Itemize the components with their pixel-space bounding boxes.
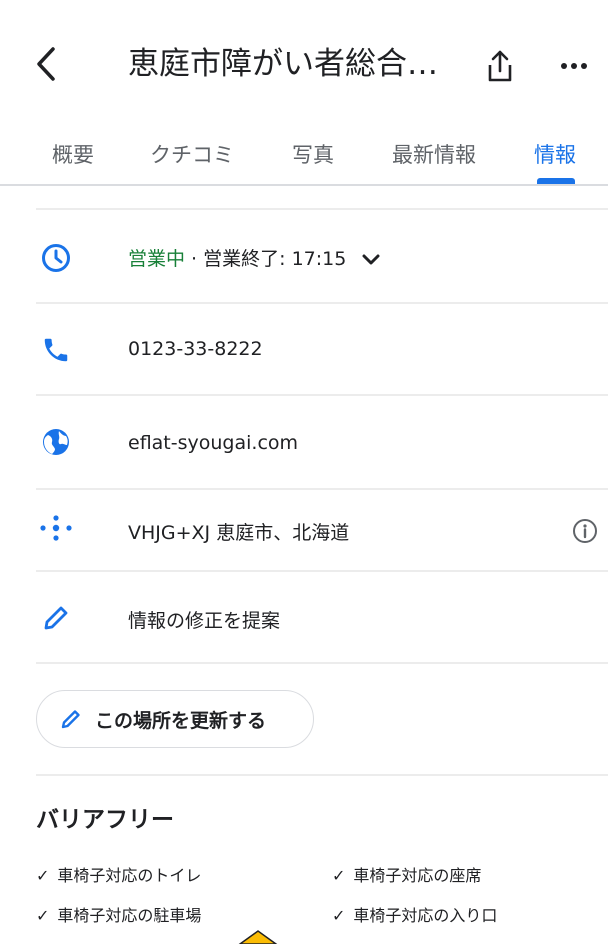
phone-row[interactable]: 0123-33-8222 bbox=[0, 312, 608, 392]
phone-icon bbox=[36, 330, 76, 370]
suggest-edit-link[interactable]: 情報の修正を提案 bbox=[128, 606, 280, 633]
chevron-down-icon[interactable] bbox=[362, 254, 380, 266]
pencil-icon bbox=[59, 707, 83, 731]
tab-about[interactable]: 情報 bbox=[534, 130, 576, 180]
plus-code-row[interactable]: VHJG+XJ 恵庭市、北海道 bbox=[0, 490, 608, 570]
check-icon: ✓ bbox=[332, 906, 346, 925]
divider bbox=[36, 394, 608, 396]
globe-icon bbox=[36, 422, 76, 462]
chevron-left-icon bbox=[37, 47, 55, 81]
hours-row[interactable]: 営業中 · 営業終了: 17:15 bbox=[0, 228, 608, 302]
app-header: 恵庭市障がい者総合… bbox=[0, 0, 608, 120]
phone-number[interactable]: 0123-33-8222 bbox=[128, 338, 263, 360]
more-button[interactable] bbox=[552, 44, 596, 88]
feature-label: 車椅子対応の駐車場 bbox=[57, 906, 202, 925]
more-horizontal-icon bbox=[561, 63, 587, 69]
accessibility-title: バリアフリー bbox=[36, 807, 174, 833]
tab-updates[interactable]: 最新情報 bbox=[392, 130, 476, 180]
page-title: 恵庭市障がい者総合… bbox=[128, 46, 438, 82]
divider bbox=[36, 774, 608, 776]
divider bbox=[36, 662, 608, 664]
plus-code: VHJG+XJ 恵庭市、北海道 bbox=[128, 522, 350, 544]
divider bbox=[36, 208, 608, 210]
back-button[interactable] bbox=[28, 44, 64, 84]
website-link[interactable]: eflat-syougai.com bbox=[128, 432, 298, 454]
feature-label: 車椅子対応の座席 bbox=[353, 866, 482, 885]
info-button[interactable] bbox=[568, 514, 602, 548]
tab-bar: 概要 クチコミ 写真 最新情報 情報 bbox=[0, 120, 608, 186]
closing-time: 営業終了: 17:15 bbox=[203, 248, 347, 270]
update-place-button[interactable]: この場所を更新する bbox=[36, 690, 314, 748]
website-row[interactable]: eflat-syougai.com bbox=[0, 400, 608, 486]
hours-separator: · bbox=[185, 248, 204, 270]
partial-icon bbox=[238, 930, 278, 944]
feature-label: 車椅子対応の入り口 bbox=[353, 906, 498, 925]
feature-item: ✓ 車椅子対応の入り口 bbox=[332, 902, 497, 926]
divider bbox=[36, 570, 608, 572]
tab-photos[interactable]: 写真 bbox=[292, 130, 334, 180]
tab-overview[interactable]: 概要 bbox=[52, 130, 94, 180]
plus-code-icon bbox=[36, 508, 76, 548]
share-button[interactable] bbox=[478, 44, 522, 88]
update-place-label: この場所を更新する bbox=[95, 709, 267, 732]
feature-label: 車椅子対応のトイレ bbox=[57, 866, 202, 885]
pencil-icon bbox=[36, 598, 76, 638]
info-icon bbox=[573, 519, 597, 543]
open-status: 営業中 bbox=[128, 248, 186, 270]
suggest-edit-row[interactable]: 情報の修正を提案 bbox=[0, 576, 608, 662]
divider bbox=[36, 302, 608, 304]
share-icon bbox=[488, 50, 512, 82]
check-icon: ✓ bbox=[332, 866, 346, 885]
place-info-screen: 恵庭市障がい者総合… 概要 クチコミ 写真 最新情報 情報 営業中 · 営業終了… bbox=[0, 0, 608, 944]
active-tab-indicator bbox=[537, 178, 575, 184]
clock-icon bbox=[36, 238, 76, 278]
tab-reviews[interactable]: クチコミ bbox=[150, 130, 234, 180]
hours-text: 営業中 · 営業終了: 17:15 bbox=[128, 244, 380, 271]
feature-item: ✓ 車椅子対応の駐車場 bbox=[36, 902, 201, 926]
feature-item: ✓ 車椅子対応のトイレ bbox=[36, 862, 201, 886]
check-icon: ✓ bbox=[36, 906, 50, 925]
feature-item: ✓ 車椅子対応の座席 bbox=[332, 862, 481, 886]
check-icon: ✓ bbox=[36, 866, 50, 885]
